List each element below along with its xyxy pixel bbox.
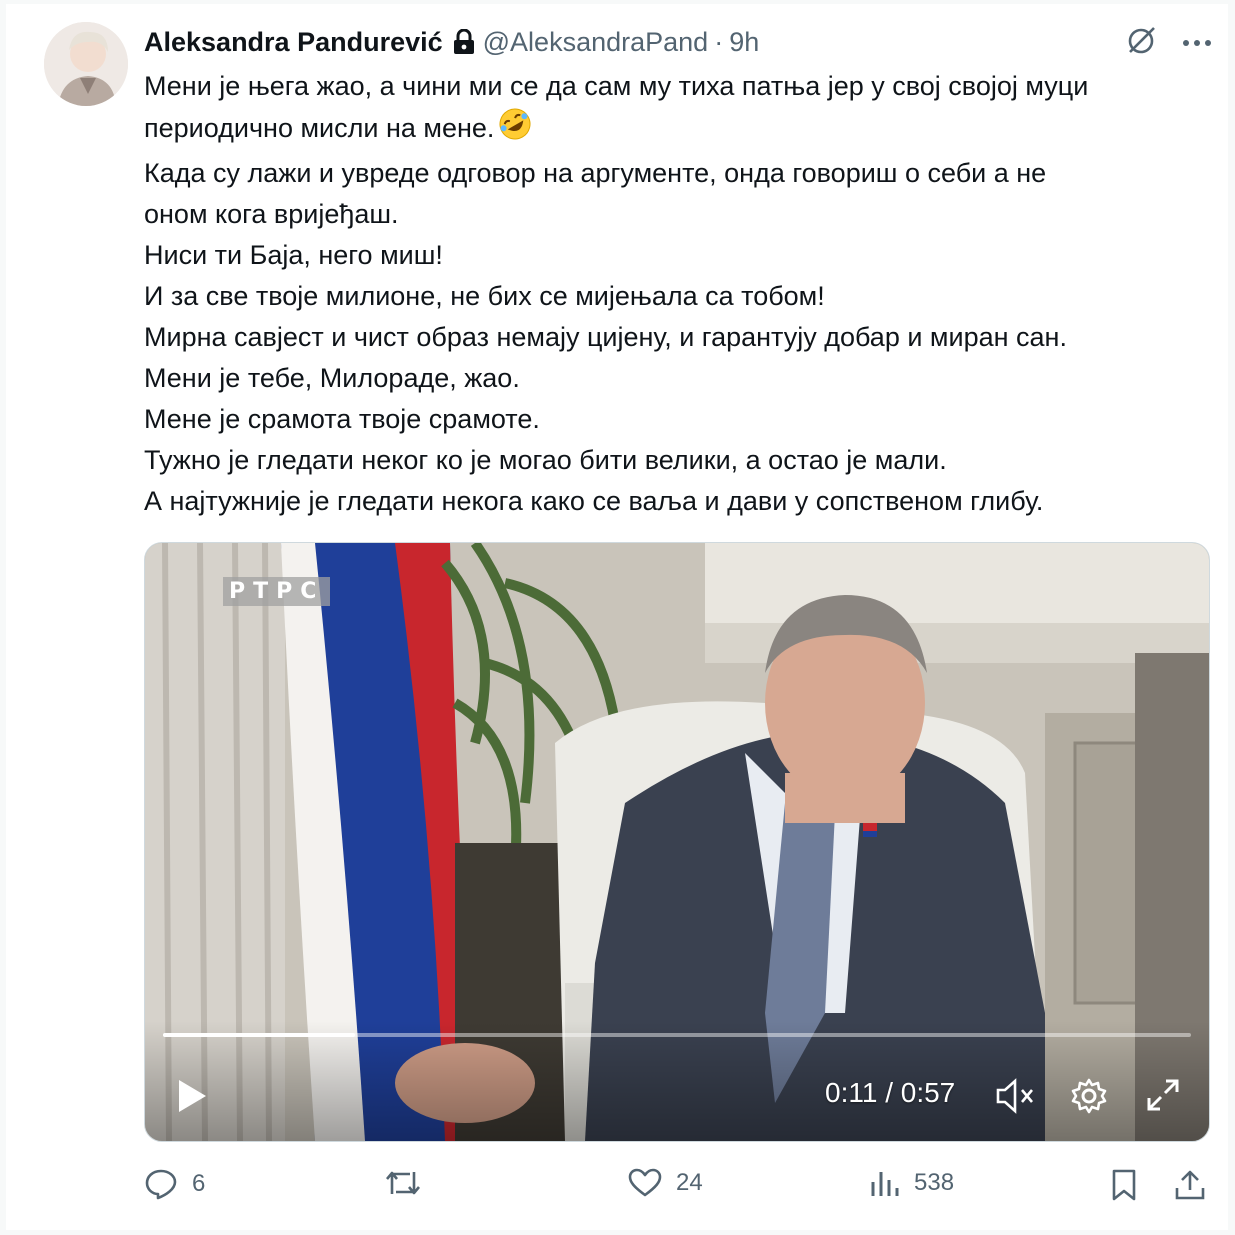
tweet-line: периодично мисли на мене. xyxy=(144,113,495,143)
like-count: 24 xyxy=(676,1169,703,1196)
video-controls xyxy=(145,1021,1209,1141)
reply-icon xyxy=(145,1169,177,1200)
tweet-line: Мени је њега жао, а чини ми се да сам му… xyxy=(144,71,1089,101)
channel-logo-text: РТРС xyxy=(223,577,331,606)
play-icon[interactable] xyxy=(175,1077,209,1120)
tweet-line: Ниси ти Баја, него миш! xyxy=(144,240,443,270)
header-icons xyxy=(1126,24,1212,61)
tweet-text: Мени је њега жао, а чини ми се да сам му… xyxy=(144,66,1214,522)
video-player[interactable]: РТРС 0:11 / 0:57 xyxy=(144,542,1210,1142)
tweet-actions: 6 24 538 xyxy=(144,1168,1214,1208)
video-progress-fill xyxy=(163,1033,356,1037)
tweet-header: Aleksandra Pandurević @AleksandraPand · … xyxy=(144,22,759,62)
author-handle[interactable]: @AleksandraPand xyxy=(483,27,709,58)
tweet-line: И за све твоје милионе, не бих се мијења… xyxy=(144,281,825,311)
tweet-timestamp[interactable]: 9h xyxy=(729,27,759,58)
author-name[interactable]: Aleksandra Pandurević xyxy=(144,27,443,58)
like-button[interactable]: 24 xyxy=(628,1168,703,1198)
repost-button[interactable] xyxy=(384,1168,436,1198)
protected-lock-icon xyxy=(453,29,475,55)
tweet-line: А најтужније је гледати некога како се в… xyxy=(144,486,1044,516)
tweet-line: Мени је тебе, Милораде, жао. xyxy=(144,363,520,393)
views-analytics-icon xyxy=(871,1172,899,1196)
tweet-line-with-emoji: периодично мисли на мене. xyxy=(144,107,1214,153)
more-options-icon[interactable] xyxy=(1182,34,1212,52)
tweet-line: оном кога вријеђаш. xyxy=(144,199,399,229)
heart-icon xyxy=(628,1168,662,1197)
bookmark-button[interactable] xyxy=(1110,1168,1138,1202)
tweet-line: Тужно је гледати неког ко је могао бити … xyxy=(144,445,947,475)
reply-count: 6 xyxy=(192,1170,206,1197)
video-timecode: 0:11 / 0:57 xyxy=(825,1077,956,1108)
avatar-image xyxy=(44,22,128,106)
view-count: 538 xyxy=(914,1169,955,1196)
tweet-line: Мирна савјест и чист образ немају цијену… xyxy=(144,322,1067,352)
views-button[interactable]: 538 xyxy=(870,1168,954,1198)
avatar[interactable] xyxy=(44,22,128,106)
tweet-line: Мене је срамота твоје срамоте. xyxy=(144,404,540,434)
settings-gear-icon[interactable] xyxy=(1070,1077,1108,1120)
share-icon xyxy=(1175,1170,1205,1200)
reply-button[interactable]: 6 xyxy=(144,1168,205,1200)
tweet-line: Када су лажи и увреде одговор на аргумен… xyxy=(144,158,1047,188)
rolling-on-the-floor-laughing-emoji-icon xyxy=(498,107,532,153)
fullscreen-icon[interactable] xyxy=(1145,1077,1181,1118)
channel-logo: РТРС xyxy=(223,577,331,606)
tweet-card: Aleksandra Pandurević @AleksandraPand · … xyxy=(6,4,1228,1230)
header-separator: · xyxy=(714,26,724,57)
grok-icon[interactable] xyxy=(1126,24,1158,61)
repost-icon xyxy=(386,1171,420,1195)
share-button[interactable] xyxy=(1174,1168,1206,1202)
video-progress-bar[interactable] xyxy=(163,1033,1191,1037)
bookmark-icon xyxy=(1112,1169,1136,1201)
mute-icon[interactable] xyxy=(995,1077,1037,1120)
